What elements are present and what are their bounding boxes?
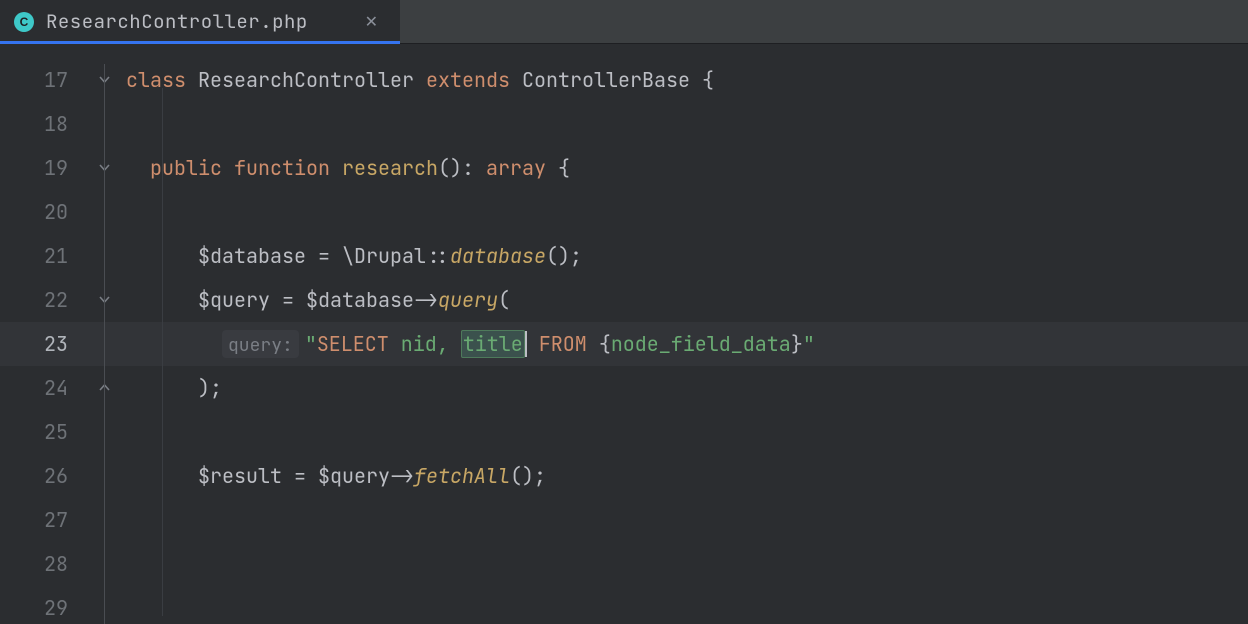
line-number: 21 <box>0 234 92 278</box>
tab-title: ResearchController.php <box>46 9 308 34</box>
line-number-gutter: 17181920212223242526272829 <box>0 44 92 624</box>
line-number: 25 <box>0 410 92 454</box>
line-number: 17 <box>0 58 92 102</box>
parameter-hint: query: <box>222 330 299 358</box>
code-line <box>120 498 1248 542</box>
line-number: 19 <box>0 146 92 190</box>
fold-column <box>92 44 120 624</box>
code-line: $result = $query->fetchAll(); <box>120 454 1248 498</box>
code-line: public function research(): array { <box>120 146 1248 190</box>
line-number: 20 <box>0 190 92 234</box>
tab-research-controller[interactable]: C ResearchController.php ✕ <box>0 0 400 43</box>
line-number: 23 <box>0 322 92 366</box>
close-icon[interactable]: ✕ <box>361 8 382 36</box>
code-area[interactable]: class ResearchController extends Control… <box>120 44 1248 624</box>
line-number: 29 <box>0 586 92 624</box>
code-line <box>120 542 1248 586</box>
code-editor[interactable]: 17181920212223242526272829 class Researc… <box>0 44 1248 624</box>
line-number: 22 <box>0 278 92 322</box>
code-line <box>120 102 1248 146</box>
selected-word: title <box>461 330 525 358</box>
line-number: 24 <box>0 366 92 410</box>
line-number: 26 <box>0 454 92 498</box>
code-line: $query = $database->query( <box>120 278 1248 322</box>
indent-guide <box>162 88 163 616</box>
fold-guide <box>104 64 105 624</box>
code-line <box>120 190 1248 234</box>
tab-bar: C ResearchController.php ✕ <box>0 0 1248 44</box>
code-line <box>120 410 1248 454</box>
code-line: class ResearchController extends Control… <box>120 58 1248 102</box>
code-line: ); <box>120 366 1248 410</box>
line-number: 27 <box>0 498 92 542</box>
php-class-icon: C <box>14 12 34 32</box>
line-number: 18 <box>0 102 92 146</box>
code-line <box>120 586 1248 624</box>
code-line: $database = \Drupal::database(); <box>120 234 1248 278</box>
line-number: 28 <box>0 542 92 586</box>
code-line-current: query:"SELECT nid, title FROM {node_fiel… <box>120 322 1248 366</box>
